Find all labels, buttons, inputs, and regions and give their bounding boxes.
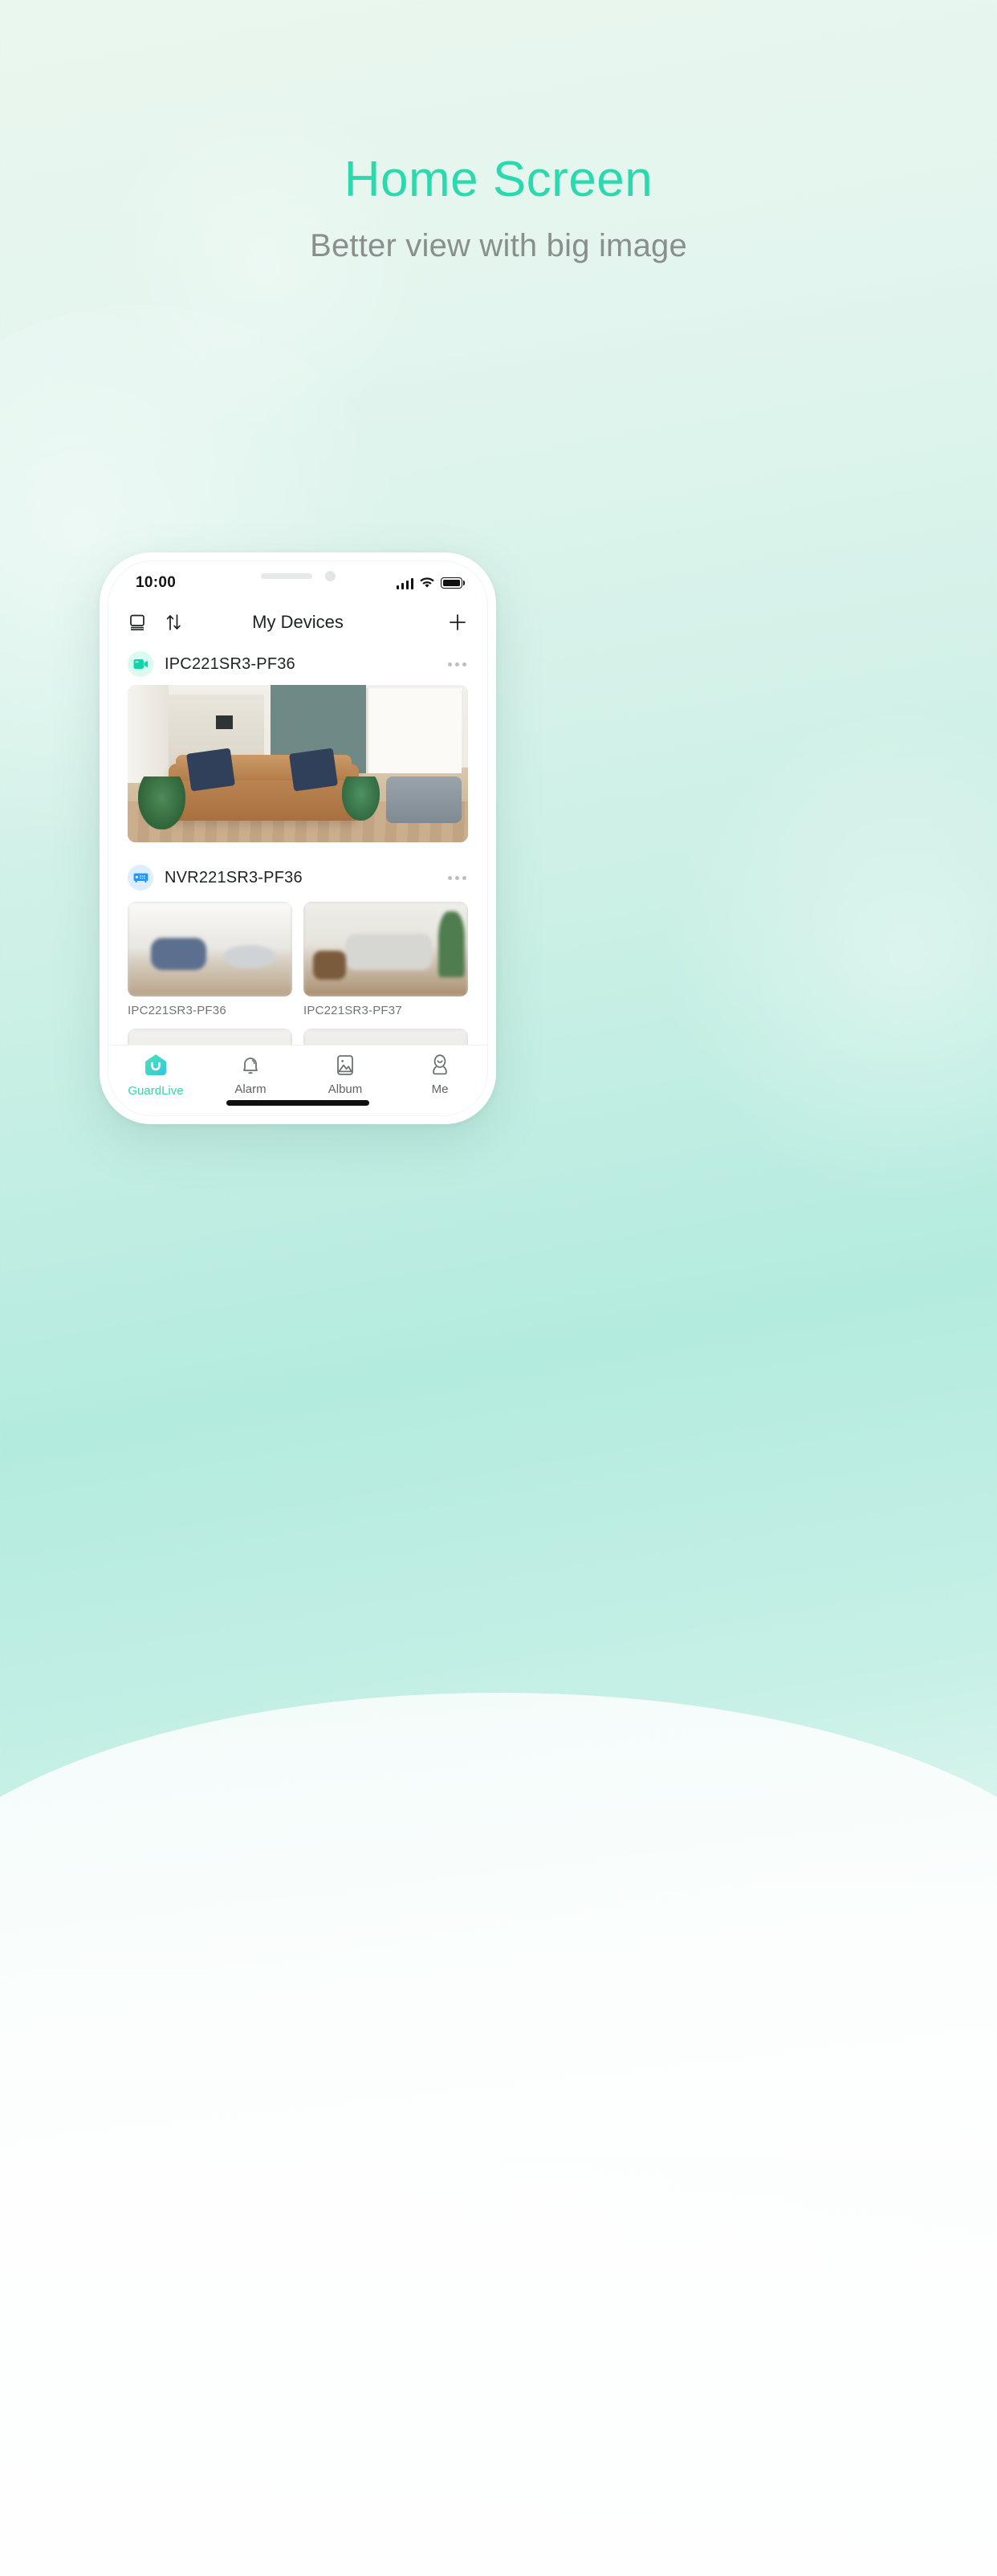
status-icons <box>396 577 465 589</box>
phone-mockup: 10:00 My Devices IPC221SR3-PF36 NVR221SR… <box>100 552 496 1124</box>
channel-label: IPC221SR3-PF36 <box>128 1004 226 1017</box>
nvr-icon <box>128 865 153 891</box>
background-blob-top <box>96 96 433 434</box>
tab-label: Alarm <box>234 1082 267 1096</box>
channel-grid: IPC221SR3-PF36 IPC221SR3-PF37 IPC221SR3-… <box>128 902 468 1045</box>
status-bar: 10:00 <box>108 561 487 601</box>
channel-thumbnail[interactable] <box>303 902 468 997</box>
channel-thumbnail[interactable] <box>128 1029 292 1045</box>
device-row-camera[interactable]: IPC221SR3-PF36 <box>128 643 468 685</box>
tab-label: Me <box>431 1082 449 1096</box>
status-time: 10:00 <box>136 574 177 591</box>
wifi-icon <box>420 577 434 588</box>
channel-thumbnail[interactable] <box>128 902 292 997</box>
channel-thumbnail[interactable] <box>303 1029 468 1045</box>
channel-label: IPC221SR3-PF37 <box>303 1004 402 1017</box>
home-indicator <box>226 1100 369 1106</box>
tab-guardlive[interactable]: GuardLive <box>108 1054 203 1098</box>
header-left-actions <box>128 613 182 632</box>
background-blob-right <box>660 707 997 1204</box>
device-name: NVR221SR3-PF36 <box>165 868 303 887</box>
channel-item[interactable]: IPC221SR3-PF36 <box>128 902 292 1017</box>
device-row-nvr[interactable]: NVR221SR3-PF36 <box>128 857 468 899</box>
page-subtitle: Better view with big image <box>310 228 687 264</box>
plus-icon[interactable] <box>447 612 468 633</box>
more-dots-icon[interactable] <box>446 656 468 673</box>
camera-live-preview[interactable] <box>128 685 468 842</box>
promo-headline: Home Screen Better view with big image <box>0 152 997 264</box>
sort-arrows-icon[interactable] <box>165 613 182 632</box>
layout-view-icon[interactable] <box>128 613 147 632</box>
app-header: My Devices <box>108 601 487 643</box>
signal-bars-icon <box>396 577 413 589</box>
tab-alarm[interactable]: Alarm <box>203 1054 298 1096</box>
background-swoosh <box>0 1693 997 2576</box>
device-name: IPC221SR3-PF36 <box>165 654 295 673</box>
device-list[interactable]: IPC221SR3-PF36 NVR221SR3-PF36 IPC221SR3-… <box>108 643 487 1045</box>
phone-screen: 10:00 My Devices IPC221SR3-PF36 NVR221SR… <box>108 560 488 1116</box>
channel-item[interactable]: IPC221SR3-PF37 <box>303 902 468 1017</box>
battery-full-icon <box>441 577 465 589</box>
header-right-actions <box>447 612 468 633</box>
tab-label: GuardLive <box>128 1084 184 1098</box>
bell-icon <box>243 1058 258 1074</box>
tab-me[interactable]: Me <box>393 1054 487 1096</box>
camera-icon <box>128 651 153 677</box>
person-icon <box>433 1054 447 1075</box>
page-title: Home Screen <box>344 152 653 207</box>
channel-item[interactable]: IPC221SR3-PF40 <box>303 1029 468 1045</box>
guardlive-icon <box>145 1054 166 1075</box>
tab-album[interactable]: Album <box>298 1054 393 1096</box>
more-dots-icon[interactable] <box>446 870 468 887</box>
tab-label: Album <box>328 1082 363 1096</box>
image-icon <box>337 1055 353 1075</box>
channel-item[interactable]: IPC221SR3-PF38 <box>128 1029 292 1045</box>
